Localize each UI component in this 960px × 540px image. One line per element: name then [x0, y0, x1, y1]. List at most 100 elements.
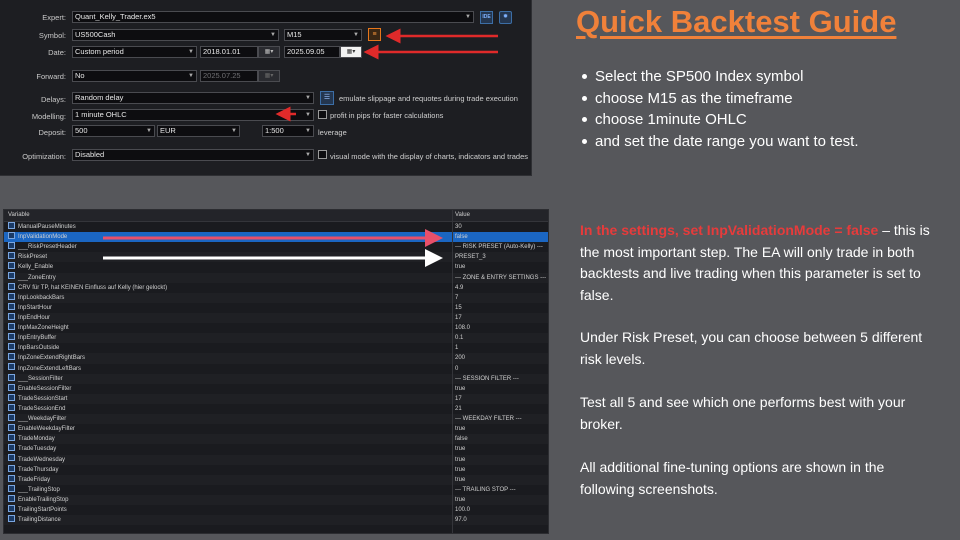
table-row[interactable]: TradeTuesday true [4, 444, 548, 454]
forward-date-field[interactable]: 2025.07.25 [200, 70, 258, 82]
row-checkbox[interactable] [8, 353, 15, 361]
value-cell[interactable]: --- RISK PRESET (Auto-Kelly) --- [455, 242, 543, 252]
column-variable-header[interactable]: Variable [8, 210, 30, 221]
value-cell[interactable]: false [455, 232, 468, 242]
value-cell[interactable]: 0 [455, 364, 458, 374]
value-cell[interactable]: 15 [455, 303, 462, 313]
table-row[interactable]: TrailingDistance 97.0 [4, 515, 548, 526]
value-cell[interactable]: 0.1 [455, 333, 463, 343]
value-cell[interactable]: 100.0 [455, 505, 470, 515]
row-checkbox[interactable] [8, 474, 15, 482]
symbol-properties-icon[interactable]: ≡ [368, 28, 381, 41]
table-row[interactable]: InpMaxZoneHeight 108.0 [4, 323, 548, 333]
visual-mode-checkbox[interactable] [318, 150, 327, 159]
delays-select[interactable]: Random delay ▼ [72, 92, 314, 104]
table-row[interactable]: RiskPreset PRESET_3 [4, 252, 548, 263]
value-cell[interactable]: 108.0 [455, 323, 470, 333]
value-cell[interactable]: 4.9 [455, 283, 463, 293]
table-row[interactable]: CRV für TP, hat KEINEN Einfluss auf Kell… [4, 282, 548, 293]
value-cell[interactable]: PRESET_3 [455, 252, 486, 262]
row-checkbox[interactable] [8, 272, 15, 280]
table-row[interactable]: ___SessionFilter --- SESSION FILTER --- [4, 373, 548, 384]
value-cell[interactable]: true [455, 262, 465, 272]
value-cell[interactable]: --- ZONE & ENTRY SETTINGS --- [455, 273, 546, 283]
table-row[interactable]: TradeWednesday true [4, 454, 548, 465]
row-checkbox[interactable] [8, 232, 15, 240]
row-checkbox[interactable] [8, 252, 15, 260]
table-row[interactable]: ___RiskPresetHeader --- RISK PRESET (Auto… [4, 242, 548, 252]
date-to-field[interactable]: 2025.09.05 [284, 46, 340, 58]
value-cell[interactable]: --- TRAILING STOP --- [455, 485, 516, 495]
value-cell[interactable]: true [455, 475, 465, 485]
deposit-select[interactable]: 500 ▼ [72, 125, 155, 137]
table-row[interactable]: Kelly_Enable true [4, 262, 548, 272]
value-cell[interactable]: true [455, 424, 465, 434]
pips-checkbox[interactable] [318, 110, 327, 119]
table-row[interactable]: ___ZoneEntry --- ZONE & ENTRY SETTINGS --… [4, 272, 548, 283]
value-cell[interactable]: true [455, 455, 465, 465]
column-value-header[interactable]: Value [455, 210, 470, 221]
table-row[interactable]: InpStartHour 15 [4, 302, 548, 313]
table-row[interactable]: ___WeekdayFilter --- WEEKDAY FILTER --- [4, 414, 548, 425]
date-mode-select[interactable]: Custom period ▼ [72, 46, 197, 58]
ide-icon[interactable]: IDE [480, 11, 493, 24]
row-checkbox[interactable] [8, 424, 15, 432]
value-cell[interactable]: true [455, 384, 465, 394]
symbol-select[interactable]: US500Cash ▼ [72, 29, 279, 41]
row-checkbox[interactable] [8, 484, 15, 492]
value-cell[interactable]: --- SESSION FILTER --- [455, 374, 519, 384]
row-checkbox[interactable] [8, 504, 15, 512]
optimization-select[interactable]: Disabled ▼ [72, 149, 314, 161]
table-row[interactable]: ___TrailingStop --- TRAILING STOP --- [4, 484, 548, 495]
table-row[interactable]: InpZoneExtendLeftBars 0 [4, 363, 548, 374]
table-row[interactable]: EnableSessionFilter true [4, 383, 548, 394]
forward-select[interactable]: No ▼ [72, 70, 197, 82]
value-cell[interactable]: true [455, 444, 465, 454]
table-row[interactable]: InpEndHour 17 [4, 312, 548, 324]
table-row[interactable]: TradeSessionEnd 21 [4, 403, 548, 414]
row-checkbox[interactable] [8, 454, 15, 462]
table-row[interactable]: InpBarsOutside 1 [4, 343, 548, 353]
table-row[interactable]: TradeThursday true [4, 464, 548, 475]
row-checkbox[interactable] [8, 515, 15, 523]
value-cell[interactable]: --- WEEKDAY FILTER --- [455, 414, 522, 424]
table-row[interactable]: TradeFriday true [4, 474, 548, 485]
row-checkbox[interactable] [8, 312, 15, 320]
slippage-settings-icon[interactable]: ☰ [320, 91, 334, 105]
row-checkbox[interactable] [8, 242, 15, 250]
row-checkbox[interactable] [8, 444, 15, 452]
value-cell[interactable]: 7 [455, 293, 458, 303]
row-checkbox[interactable] [8, 393, 15, 401]
table-row[interactable]: ManualPauseMinutes 30 [4, 221, 548, 232]
value-cell[interactable]: 17 [455, 313, 462, 323]
value-cell[interactable]: 200 [455, 353, 465, 363]
table-row[interactable]: TradeMonday false [4, 434, 548, 445]
row-checkbox[interactable] [8, 403, 15, 411]
row-checkbox[interactable] [8, 373, 15, 381]
row-checkbox[interactable] [8, 292, 15, 300]
row-checkbox[interactable] [8, 302, 15, 310]
expert-select[interactable]: Quant_Kelly_Trader.ex5 ▼ [72, 11, 474, 23]
table-row[interactable]: InpValidationMode false [4, 232, 548, 243]
row-checkbox[interactable] [8, 363, 15, 371]
row-checkbox[interactable] [8, 333, 15, 341]
calendar-icon[interactable]: ▦▾ [258, 70, 280, 82]
row-checkbox[interactable] [8, 383, 15, 391]
column-divider[interactable] [452, 210, 453, 533]
table-row[interactable]: TradeSessionStart 17 [4, 393, 548, 404]
row-checkbox[interactable] [8, 434, 15, 442]
value-cell[interactable]: true [455, 465, 465, 475]
row-checkbox[interactable] [8, 282, 15, 290]
value-cell[interactable]: true [455, 495, 465, 505]
table-row[interactable]: EnableWeekdayFilter true [4, 424, 548, 434]
table-row[interactable]: TrailingStartPoints 100.0 [4, 504, 548, 515]
row-checkbox[interactable] [8, 414, 15, 421]
value-cell[interactable]: 17 [455, 394, 462, 404]
row-checkbox[interactable] [8, 464, 15, 472]
gear-icon[interactable]: ✹ [499, 11, 512, 24]
table-row[interactable]: InpEntryBuffer 0.1 [4, 333, 548, 344]
timeframe-select[interactable]: M15 ▼ [284, 29, 362, 41]
table-row[interactable]: InpZoneExtendRightBars 200 [4, 353, 548, 364]
calendar-icon[interactable]: ▦▾ [258, 46, 280, 58]
table-row[interactable]: EnableTrailingStop true [4, 494, 548, 506]
